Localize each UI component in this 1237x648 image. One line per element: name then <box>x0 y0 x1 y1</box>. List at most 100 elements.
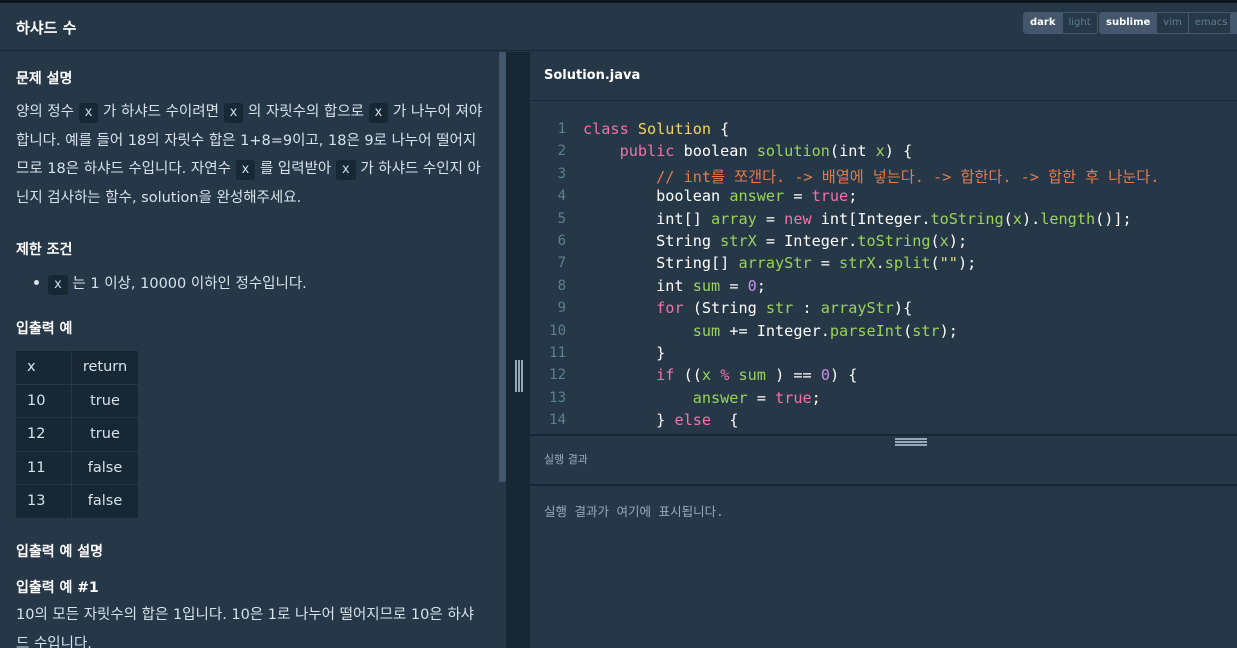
io-heading: 입출력 예 <box>16 321 73 337</box>
code-token: "" <box>939 254 958 273</box>
inline-code: x <box>48 275 68 295</box>
code-token: solution <box>756 142 830 161</box>
code-token: : <box>793 299 821 318</box>
line-number: 1 <box>557 121 566 137</box>
code-line: } <box>583 344 665 362</box>
more-options-button[interactable] <box>1230 12 1237 34</box>
code-token: ); <box>939 321 958 340</box>
code-token: strX <box>720 232 757 250</box>
code-token: ( <box>903 321 913 340</box>
inline-code: x <box>78 103 99 123</box>
code-token: x <box>701 366 712 385</box>
horizontal-resize-handle-icon[interactable] <box>895 438 927 446</box>
code-token: int[Integer. <box>820 209 931 228</box>
editor-result-divider[interactable] <box>530 434 1237 436</box>
result-output: 실행 결과가 여기에 표시됩니다. <box>544 504 724 519</box>
code-token: if <box>656 366 684 385</box>
code-token: ( <box>930 232 940 250</box>
line-number: 12 <box>549 367 566 384</box>
panel-divider[interactable] <box>506 52 530 648</box>
code-token: answer <box>692 388 748 407</box>
code-token: array <box>711 209 757 228</box>
header-bar: 하샤드 수 dark light sublime vim emacs <box>0 3 1237 51</box>
line-number: 14 <box>549 412 566 429</box>
problem-scrollbar[interactable] <box>499 52 506 482</box>
keymap-vim-button[interactable]: vim <box>1156 13 1188 33</box>
keymap-emacs-button[interactable]: emacs <box>1187 13 1234 33</box>
code-editor[interactable]: 1 class Solution {2 public boolean soluti… <box>530 102 1237 434</box>
code-token: else <box>674 411 730 430</box>
table-header-return: return <box>71 350 139 385</box>
line-number: 3 <box>557 165 566 182</box>
code-token: ){ <box>893 299 913 318</box>
code-line: for (String str : arrayStr){ <box>583 299 912 317</box>
constraints-heading: 제한 조건 <box>16 242 73 258</box>
line-number: 9 <box>557 300 566 317</box>
code-token: = <box>720 276 748 295</box>
line-number: 6 <box>557 233 566 249</box>
code-token: Solution <box>637 120 721 138</box>
table-row: 13 false <box>15 484 139 519</box>
code-line: if ((x % sum ) == 0) { <box>583 366 857 384</box>
code-token: { <box>729 411 739 430</box>
code-token: toString <box>930 209 1004 228</box>
inline-code: x <box>335 160 356 180</box>
code-token: 0 <box>747 276 757 295</box>
code-token: int <box>583 276 693 295</box>
table-cell: true <box>71 417 139 452</box>
io-explain-heading: 입출력 예 설명 <box>16 544 104 560</box>
code-token: int <box>839 142 876 161</box>
problem-description: 양의 정수 x 가 하샤드 수이려면 x 의 자릿수의 합으로 x 가 나누어 … <box>16 98 486 212</box>
code-token: arrayStr <box>820 299 894 318</box>
code-token: ) { <box>884 142 913 161</box>
code-token: // int를 쪼갠다. -> 배열에 넣는다. -> 합한다. -> 합한 후… <box>583 167 1160 186</box>
table-cell: false <box>71 450 139 485</box>
code-line: class Solution { <box>583 120 729 138</box>
code-token: { <box>720 120 730 138</box>
code-token: ); <box>948 232 968 250</box>
code-token: answer <box>729 187 785 206</box>
example1-text: 10의 모든 자릿수의 합은 1입니다. 10은 1로 나누어 떨어지므로 10… <box>16 607 475 648</box>
description-text: 를 입력받아 <box>255 161 336 177</box>
table-row: 12 true <box>15 417 139 452</box>
code-token: true <box>811 187 849 206</box>
line-number: 8 <box>557 277 566 294</box>
code-line: boolean answer = true; <box>583 187 857 205</box>
code-token: = <box>811 254 840 273</box>
code-token: (( <box>683 366 702 385</box>
code-token: ; <box>811 388 821 407</box>
keymap-sublime-button[interactable]: sublime <box>1100 13 1157 33</box>
theme-light-button[interactable]: light <box>1061 13 1097 33</box>
line-number: 2 <box>557 143 566 160</box>
code-token: class <box>583 120 638 138</box>
code-token: ; <box>848 187 858 206</box>
code-token: arrayStr <box>738 254 812 273</box>
code-token: ( <box>930 254 940 273</box>
code-token: int[] <box>583 209 712 228</box>
table-header-row: x return <box>15 350 139 385</box>
vertical-resize-handle-icon[interactable] <box>515 360 523 392</box>
code-line: int sum = 0; <box>583 277 766 295</box>
result-divider <box>530 484 1237 486</box>
code-token: } <box>583 411 675 430</box>
theme-dark-button[interactable]: dark <box>1024 13 1062 33</box>
table-row: 11 false <box>15 450 139 485</box>
code-token: sum <box>692 321 721 340</box>
inline-code: x <box>235 160 256 180</box>
code-line: answer = true; <box>583 389 821 407</box>
table-cell: true <box>71 383 139 418</box>
table-cell: 10 <box>15 383 72 418</box>
page-title: 하샤드 수 <box>16 19 77 37</box>
code-token: sum <box>692 276 721 295</box>
inline-code: x <box>368 103 389 123</box>
table-header-x: x <box>15 350 72 385</box>
code-token: parseInt <box>829 321 904 340</box>
code-token: ); <box>957 254 977 273</box>
code-token: ()]; <box>1095 209 1132 228</box>
code-token: true <box>775 388 812 407</box>
table-cell: false <box>71 484 139 519</box>
constraint-item: x 는 1 이상, 10000 이하인 정수입니다. <box>34 272 307 295</box>
code-line: String strX = Integer.toString(x); <box>583 232 967 250</box>
